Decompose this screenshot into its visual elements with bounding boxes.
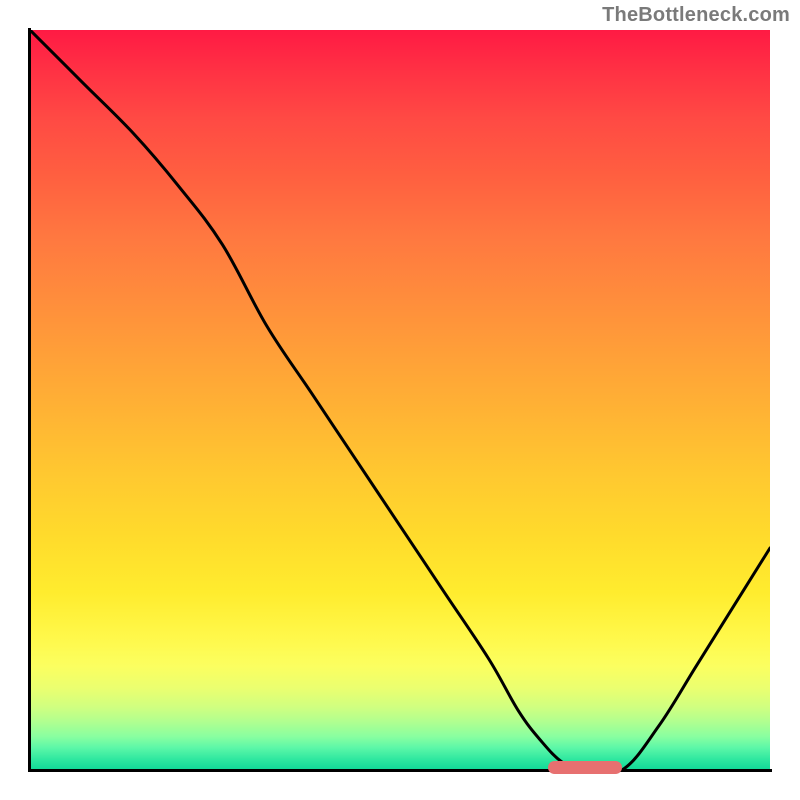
watermark-text: TheBottleneck.com [602,4,790,27]
bottleneck-curve [30,30,770,770]
optimal-range-marker [548,761,622,774]
curve-layer [30,30,770,770]
chart-container: TheBottleneck.com [0,0,800,800]
